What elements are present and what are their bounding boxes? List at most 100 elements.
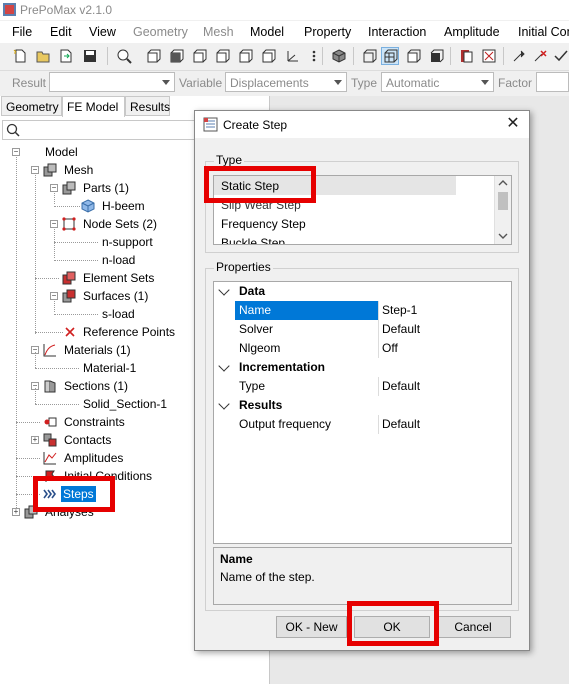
result-combo[interactable] [49, 72, 175, 92]
variable-combo[interactable]: Displacements [225, 72, 347, 92]
tree-node-constraints[interactable]: Constraints [64, 415, 125, 429]
chevron-up-icon[interactable] [498, 179, 508, 187]
save-icon[interactable] [82, 48, 98, 64]
tree-node-material-1[interactable]: Material-1 [83, 361, 136, 375]
isometric-view-icon[interactable] [331, 48, 347, 64]
expand-toggle[interactable]: + [31, 436, 39, 444]
description-text: Name of the step. [220, 570, 315, 584]
tree-node-mesh[interactable]: Mesh [64, 163, 93, 177]
more-views-icon[interactable] [306, 48, 322, 64]
menu-geometry[interactable]: Geometry [133, 25, 188, 39]
ok-new-button[interactable]: OK - New [276, 616, 347, 638]
tab-fe-model[interactable]: FE Model [62, 96, 125, 117]
tree-line [16, 458, 40, 459]
tree-node-node-sets[interactable]: Node Sets (2) [83, 217, 157, 231]
open-file-icon[interactable] [35, 48, 51, 64]
view-top-icon[interactable] [191, 48, 207, 64]
tree-node-s-load[interactable]: s-load [102, 307, 135, 321]
tree-line [35, 388, 36, 404]
menu-model[interactable]: Model [250, 25, 284, 39]
collapse-toggle[interactable]: − [12, 148, 20, 156]
category-results[interactable]: Results [214, 396, 511, 415]
type-list-scrollbar[interactable] [494, 176, 511, 244]
factor-combo[interactable] [536, 72, 569, 92]
tree-node-n-support[interactable]: n-support [102, 235, 153, 249]
view-left-icon[interactable] [237, 48, 253, 64]
tree-node-parts[interactable]: Parts (1) [83, 181, 129, 195]
menu-file[interactable]: File [12, 25, 32, 39]
annotation-highlight-static-step [204, 166, 316, 203]
property-row-type[interactable]: Type Default [214, 377, 511, 396]
list-item-frequency-step[interactable]: Frequency Step [221, 217, 306, 231]
check-icon[interactable] [553, 48, 569, 64]
menu-initial-conditions[interactable]: Initial Con [518, 25, 569, 39]
hide-part-icon[interactable] [458, 48, 474, 64]
scrollbar-thumb[interactable] [498, 192, 508, 210]
axes-icon[interactable] [284, 48, 300, 64]
menu-bar: File Edit View Geometry Mesh Model Prope… [0, 21, 569, 43]
tree-line [54, 314, 98, 315]
category-data[interactable]: Data [214, 282, 511, 301]
tree-node-reference-points[interactable]: Reference Points [83, 325, 175, 339]
list-item-buckle-step[interactable]: Buckle Step [221, 236, 285, 244]
tree-node-contacts[interactable]: Contacts [64, 433, 111, 447]
create-step-icon [203, 117, 218, 132]
collapse-toggle[interactable]: − [50, 220, 58, 228]
tree-node-sections[interactable]: Sections (1) [64, 379, 128, 393]
select-pointer-icon[interactable] [511, 48, 527, 64]
tree-node-solid-section-1[interactable]: Solid_Section-1 [83, 397, 167, 411]
tree-node-amplitudes[interactable]: Amplitudes [64, 451, 123, 465]
tree-node-materials[interactable]: Materials (1) [64, 343, 131, 357]
clear-selection-icon[interactable] [532, 48, 548, 64]
new-file-icon[interactable] [12, 48, 28, 64]
property-row-name[interactable]: Name Step-1 [214, 301, 511, 320]
menu-interaction[interactable]: Interaction [368, 25, 426, 39]
tree-node-model[interactable]: Model [45, 145, 78, 159]
zoom-fit-icon[interactable] [116, 48, 132, 64]
variable-label: Variable [179, 76, 223, 90]
chevron-down-icon[interactable] [218, 284, 230, 296]
cancel-button[interactable]: Cancel [435, 616, 511, 638]
wireframe-icon[interactable] [361, 48, 377, 64]
show-part-icon[interactable] [481, 48, 497, 64]
expand-toggle[interactable]: + [12, 508, 20, 516]
import-icon[interactable] [58, 48, 74, 64]
category-data-label: Data [239, 284, 266, 298]
close-icon[interactable]: ✕ [505, 116, 521, 132]
property-solver-value[interactable]: Default [382, 322, 420, 336]
tree-node-n-load[interactable]: n-load [102, 253, 135, 267]
category-incrementation[interactable]: Incrementation [214, 358, 511, 377]
property-row-output-frequency[interactable]: Output frequency Default [214, 415, 511, 434]
tab-geometry[interactable]: Geometry [1, 96, 62, 116]
property-row-nlgeom[interactable]: Nlgeom Off [214, 339, 511, 358]
tree-node-surfaces[interactable]: Surfaces (1) [83, 289, 148, 303]
property-type-value[interactable]: Default [382, 379, 420, 393]
surfaces-icon [62, 289, 76, 303]
collapse-toggle[interactable]: − [50, 184, 58, 192]
view-back-icon[interactable] [168, 48, 184, 64]
property-name-value[interactable]: Step-1 [382, 303, 417, 317]
collapse-toggle[interactable]: − [50, 292, 58, 300]
mesh-view-icon[interactable] [381, 47, 399, 65]
menu-property[interactable]: Property [304, 25, 351, 39]
property-output-frequency-value[interactable]: Default [382, 417, 420, 431]
tree-node-part-h-beem[interactable]: H-beem [102, 199, 145, 213]
property-row-solver[interactable]: Solver Default [214, 320, 511, 339]
menu-mesh[interactable]: Mesh [203, 25, 234, 39]
menu-view[interactable]: View [89, 25, 116, 39]
tab-results[interactable]: Results [125, 96, 170, 116]
menu-amplitude[interactable]: Amplitude [444, 25, 500, 39]
chevron-down-icon[interactable] [218, 360, 230, 372]
type-combo[interactable]: Automatic [381, 72, 494, 92]
solid-view-icon[interactable] [405, 48, 421, 64]
property-nlgeom-value[interactable]: Off [382, 341, 398, 355]
view-front-icon[interactable] [145, 48, 161, 64]
view-bottom-icon[interactable] [214, 48, 230, 64]
section-view-icon[interactable] [428, 48, 444, 64]
chevron-down-icon[interactable] [498, 232, 508, 240]
collapse-toggle[interactable]: − [31, 166, 39, 174]
chevron-down-icon[interactable] [218, 398, 230, 410]
tree-node-element-sets[interactable]: Element Sets [83, 271, 154, 285]
view-right-icon[interactable] [260, 48, 276, 64]
menu-edit[interactable]: Edit [50, 25, 72, 39]
